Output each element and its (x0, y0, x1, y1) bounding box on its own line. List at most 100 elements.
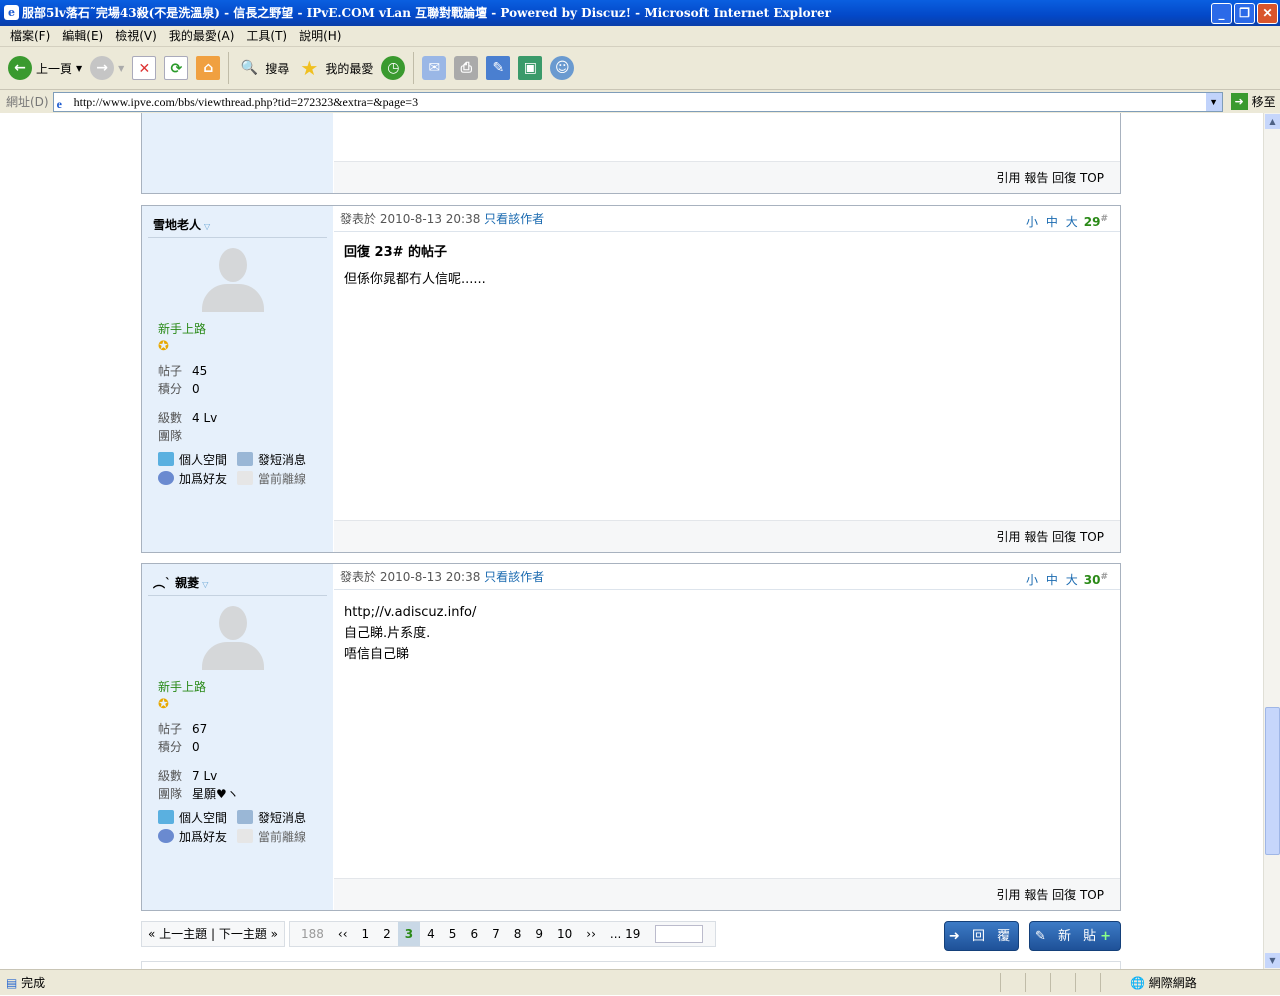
star-icon: ✪ (158, 339, 169, 354)
dropdown-icon[interactable]: ▽ (204, 222, 210, 231)
page-link[interactable]: 4 (420, 922, 442, 946)
page-link[interactable]: 8 (507, 922, 529, 946)
post-line: 唔信自己睇 (344, 647, 410, 662)
prev-next-thread[interactable]: « 上一主題 | 下一主題 » (146, 922, 280, 946)
page-link[interactable]: 7 (485, 922, 507, 946)
address-label: 網址(D) (6, 95, 49, 109)
page-link[interactable]: 1 (355, 922, 377, 946)
page-link[interactable]: 9 (528, 922, 550, 946)
first-page-link[interactable]: ‹‹ (331, 922, 355, 946)
star-icon: ✪ (158, 697, 169, 712)
author-sidebar: ︵ˋ 親菱 ▽ 新手上路 ✪ 帖子 67 積分 0 級數 7 Lv 團隊 星願♥ヽ 個人空… (142, 564, 333, 910)
zone-label: 網際網路 (1148, 976, 1197, 990)
post-actions[interactable]: 引用 報告 回復 TOP (334, 878, 1120, 910)
home-icon[interactable]: ⌂ (196, 56, 221, 80)
page-link[interactable]: 2 (376, 922, 398, 946)
toolbar: ← 上一頁 ▼ → ▼ ✕ ⟳ ⌂ 🔍 搜尋 ★ 我的最愛 ◷ ✉ ⎙ ✎ ▣ ☺ (0, 47, 1280, 90)
add-friend-link[interactable]: 加爲好友 (158, 470, 237, 489)
post-header: 發表於 2010-8-13 20:38 只看該作者 小 中 大 29# (334, 206, 1120, 232)
user-add-icon (158, 829, 174, 843)
author-name[interactable]: 雪地老人 ▽ (148, 214, 327, 238)
menu-file[interactable]: 檔案(F) (10, 29, 50, 43)
window-title-bar: e 服部5lv落石˜完場43殺(不是洗溫泉) - 信長之野望 - IPvE.COM… (0, 0, 1280, 26)
minimize-button[interactable]: _ (1211, 3, 1232, 24)
user-offline-icon (237, 829, 253, 843)
stat-credits: 積分 0 (158, 382, 200, 396)
last-page-link[interactable]: ... 19 (603, 922, 648, 946)
page-jump-input[interactable] (655, 925, 704, 943)
online-status: 當前離線 (237, 470, 316, 489)
menu-tools[interactable]: 工具(T) (246, 29, 287, 43)
menu-view[interactable]: 檢視(V) (115, 29, 157, 43)
only-author-link[interactable]: 只看該作者 (484, 570, 544, 584)
post-actions[interactable]: 引用 報告 回復 TOP (334, 520, 1120, 552)
font-large-button[interactable]: 大 (1066, 573, 1078, 587)
status-bar: ▤ 完成 🌐 網際網路 (0, 969, 1280, 995)
favorites-button[interactable]: ★ 我的最愛 (297, 56, 373, 80)
scroll-up-arrow[interactable]: ▲ (1265, 114, 1280, 129)
forward-button[interactable]: → ▼ (90, 56, 124, 80)
address-dropdown[interactable]: ▼ (1205, 92, 1222, 111)
go-label: 移至 (1251, 95, 1276, 109)
back-arrow-icon: ← (8, 56, 32, 80)
menu-favorites[interactable]: 我的最愛(A) (169, 29, 235, 43)
page-link[interactable]: 10 (550, 922, 579, 946)
favorites-label: 我的最愛 (325, 61, 374, 76)
mail-icon[interactable]: ✉ (422, 56, 447, 80)
search-button[interactable]: 🔍 搜尋 (237, 56, 290, 80)
send-message-link[interactable]: 發短消息 (237, 809, 316, 828)
post-actions[interactable]: 引用 報告 回復 TOP (334, 161, 1120, 193)
page-link[interactable]: 6 (463, 922, 485, 946)
print-icon[interactable]: ⎙ (454, 56, 479, 80)
post-title: 回復 23# 的帖子 (344, 245, 448, 260)
maximize-button[interactable]: ❐ (1234, 3, 1255, 24)
page-link[interactable]: 5 (442, 922, 464, 946)
add-friend-link[interactable]: 加爲好友 (158, 828, 237, 847)
search-label: 搜尋 (265, 61, 290, 76)
post-previous: 引用 報告 回復 TOP (141, 113, 1121, 194)
menu-help[interactable]: 說明(H) (299, 29, 341, 43)
personal-space-link[interactable]: 個人空間 (158, 451, 237, 470)
font-small-button[interactable]: 小 (1026, 573, 1038, 587)
page-link[interactable]: 3 (397, 922, 421, 946)
floor-number[interactable]: 30# (1084, 572, 1108, 587)
send-message-link[interactable]: 發短消息 (237, 451, 316, 470)
home-icon (158, 810, 174, 824)
author-name-text: ︵ˋ 親菱 (153, 576, 200, 590)
font-small-button[interactable]: 小 (1026, 215, 1038, 229)
post-body: 回復 23# 的帖子 但係你晁都冇人信呢...... (334, 232, 1120, 298)
window-title: 服部5lv落石˜完場43殺(不是洗溫泉) - 信長之野望 - IPvE.COM … (22, 6, 831, 20)
next-page-link[interactable]: ›› (579, 922, 603, 946)
new-post-button[interactable]: ✎ 新 貼+ (1029, 921, 1121, 951)
scroll-down-arrow[interactable]: ▼ (1265, 953, 1280, 968)
ie-icon: e (4, 5, 19, 20)
thread-navigation[interactable]: « 上一主題 | 下一主題 » (141, 921, 285, 947)
vertical-scrollbar[interactable]: ▲ ▼ (1263, 113, 1280, 969)
reply-button[interactable]: ➜ 回 覆 (944, 921, 1019, 951)
address-input[interactable]: e http://www.ipve.com/bbs/viewthread.php?… (52, 91, 1223, 112)
history-icon[interactable]: ◷ (381, 56, 406, 80)
stop-icon[interactable]: ✕ (132, 56, 157, 80)
refresh-icon[interactable]: ⟳ (164, 56, 189, 80)
messenger-icon[interactable]: ☺ (550, 56, 575, 80)
close-button[interactable]: ✕ (1257, 3, 1278, 24)
font-large-button[interactable]: 大 (1066, 215, 1078, 229)
status-text: 完成 (21, 976, 46, 990)
floor-number[interactable]: 29# (1084, 214, 1108, 229)
menu-edit[interactable]: 編輯(E) (62, 29, 103, 43)
scroll-thumb[interactable] (1265, 707, 1280, 855)
font-medium-button[interactable]: 中 (1046, 215, 1058, 229)
edit-icon[interactable]: ✎ (486, 56, 511, 80)
font-medium-button[interactable]: 中 (1046, 573, 1058, 587)
only-author-link[interactable]: 只看該作者 (484, 212, 544, 226)
author-name[interactable]: ︵ˋ 親菱 ▽ (148, 572, 327, 596)
avatar (202, 248, 264, 312)
back-button[interactable]: ← 上一頁 ▼ (8, 56, 82, 80)
dropdown-icon[interactable]: ▽ (202, 580, 208, 589)
go-button[interactable]: ➜ 移至 (1230, 93, 1276, 110)
personal-space-link[interactable]: 個人空間 (158, 809, 237, 828)
post-line: http;//v.adiscuz.info/ (344, 605, 477, 620)
internet-zone: 🌐 網際網路 (1130, 970, 1197, 996)
user-rank: 新手上路 (158, 322, 207, 336)
media-icon[interactable]: ▣ (518, 56, 543, 80)
